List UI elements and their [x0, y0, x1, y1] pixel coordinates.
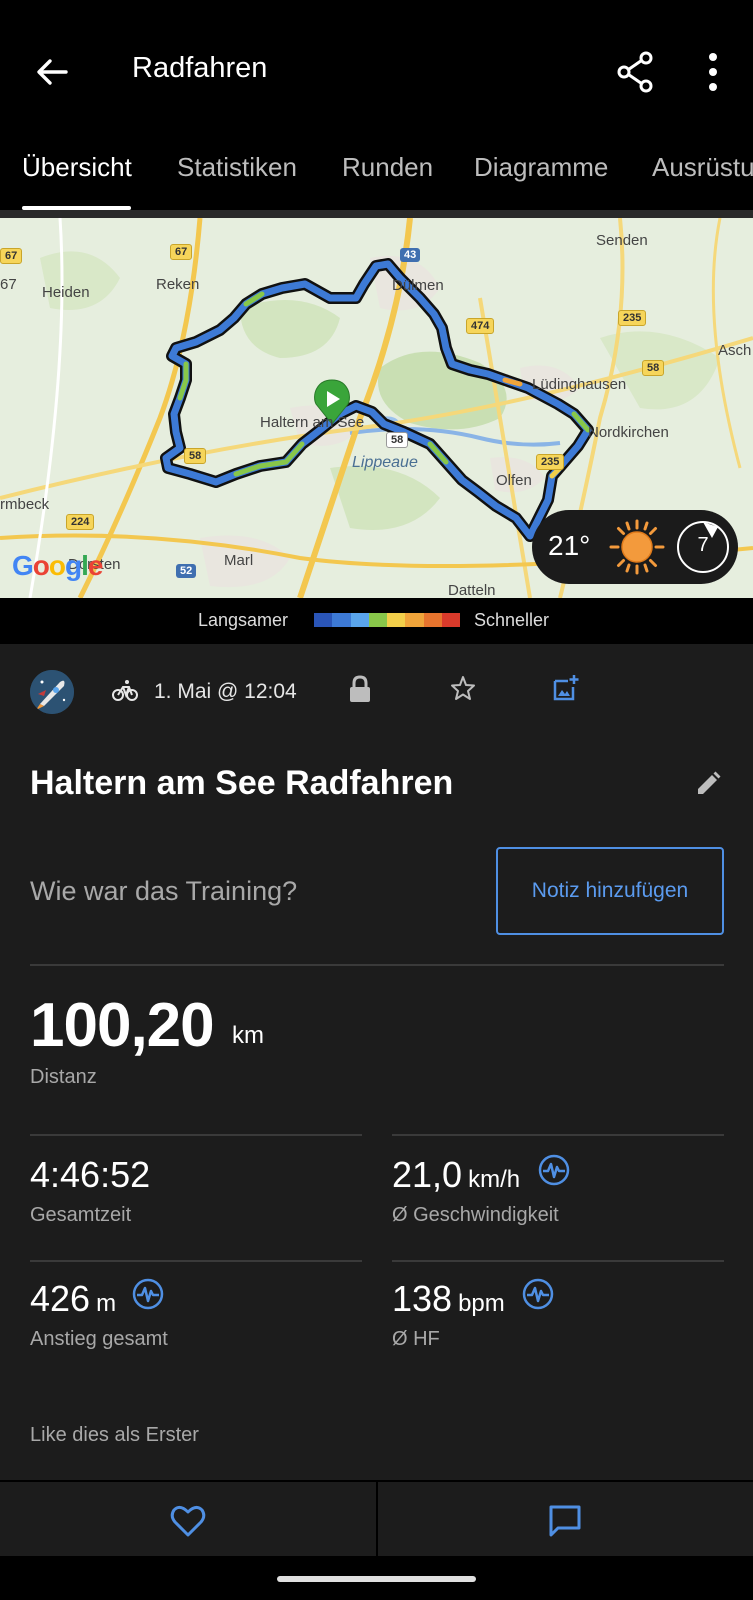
bike-icon — [112, 680, 138, 701]
distance-value: 100,20 — [30, 991, 215, 1060]
activity-datetime: 1. Mai @ 12:04 — [154, 680, 297, 703]
divider — [376, 1482, 378, 1558]
legend-swatch — [314, 613, 333, 627]
tab-statistiken[interactable]: Statistiken — [177, 152, 297, 183]
map-label: Asch — [718, 342, 752, 359]
lock-icon[interactable] — [348, 674, 372, 704]
heart-icon[interactable] — [170, 1504, 206, 1538]
divider — [392, 1260, 724, 1262]
comment-icon[interactable] — [548, 1504, 582, 1538]
road-number: 224 — [66, 514, 95, 530]
pulse-icon[interactable] — [538, 1154, 570, 1186]
stat-value: 426 m — [30, 1278, 116, 1320]
stat-number: 426 — [30, 1278, 91, 1319]
star-icon[interactable] — [450, 674, 476, 702]
road-number: 43 — [400, 248, 421, 262]
stat-unit: km/h — [468, 1166, 521, 1193]
bottom-action-bar — [0, 1480, 753, 1558]
road-number: 58 — [184, 448, 207, 464]
map-label: Lippeaue — [352, 454, 418, 471]
divider — [392, 1134, 724, 1136]
weather-badge: 21° 7 — [532, 510, 738, 584]
pulse-icon[interactable] — [522, 1278, 554, 1310]
add-note-button[interactable]: Notiz hinzufügen — [496, 847, 724, 935]
stat-value: 138 bpm — [392, 1278, 505, 1320]
map-label: Lüdinghausen — [532, 376, 627, 393]
more-vert-icon[interactable] — [697, 48, 729, 96]
stat-value: 4:46:52 — [30, 1154, 156, 1196]
share-icon[interactable] — [614, 48, 658, 96]
map-label: Datteln — [448, 582, 496, 598]
system-nav-area — [0, 1556, 753, 1600]
wind-speed: 7 — [697, 534, 709, 556]
divider — [30, 1260, 362, 1262]
stat-label: Gesamtzeit — [30, 1204, 132, 1226]
map-label: rmbeck — [0, 496, 50, 513]
pulse-icon[interactable] — [132, 1278, 164, 1310]
stat-label: Anstieg gesamt — [30, 1328, 168, 1350]
map-label: Haltern am See — [260, 414, 365, 431]
legend-swatch — [405, 613, 424, 627]
speed-legend: Langsamer Schneller — [0, 598, 753, 644]
legend-swatch — [332, 613, 351, 627]
legend-swatch — [350, 613, 369, 627]
tab-uebersicht[interactable]: Übersicht — [22, 152, 132, 183]
divider — [0, 210, 753, 218]
map-label: 67 — [0, 276, 17, 293]
tab-runden[interactable]: Runden — [342, 152, 433, 183]
legend-swatch — [441, 613, 460, 627]
road-number: 235 — [536, 454, 565, 470]
legend-swatch — [368, 613, 387, 627]
tab-ausruestung[interactable]: Ausrüstu — [652, 152, 753, 183]
road-number: 58 — [642, 360, 665, 376]
map-label: Senden — [596, 232, 648, 249]
route-map[interactable]: Senden Heiden Reken Dülmen Asch Lüdingha… — [0, 218, 753, 598]
divider — [30, 1134, 362, 1136]
stat-number: 21,0 — [392, 1154, 463, 1195]
page-title: Radfahren — [132, 52, 268, 84]
sun-icon — [609, 519, 665, 575]
back-arrow-icon[interactable] — [30, 50, 74, 94]
avatar[interactable] — [30, 670, 74, 714]
legend-swatch — [387, 613, 406, 627]
road-number: 67 — [0, 248, 23, 264]
map-label: Nordkirchen — [588, 424, 669, 441]
stat-value: 21,0 km/h — [392, 1154, 520, 1196]
road-number: 52 — [176, 564, 197, 578]
add-photo-icon[interactable] — [552, 674, 580, 702]
legend-swatch — [423, 613, 442, 627]
road-number: 58 — [386, 432, 409, 448]
stat-label: Ø Geschwindigkeit — [392, 1204, 559, 1226]
edit-icon[interactable] — [694, 770, 722, 798]
legend-slow-label: Langsamer — [198, 610, 289, 630]
distance-unit: km — [232, 1022, 264, 1049]
home-indicator[interactable] — [277, 1576, 476, 1582]
tab-bar: Übersicht Statistiken Runden Diagramme A… — [0, 140, 753, 212]
divider — [30, 964, 724, 966]
tab-diagramme[interactable]: Diagramme — [474, 152, 608, 183]
training-question: Wie war das Training? — [30, 876, 298, 906]
distance-label: Distanz — [30, 1066, 97, 1088]
stat-number: 4:46:52 — [30, 1154, 151, 1195]
like-prompt: Like dies als Erster — [30, 1424, 199, 1446]
google-logo: Google — [12, 550, 103, 581]
road-number: 474 — [466, 318, 495, 334]
map-label: Olfen — [496, 472, 532, 489]
temperature: 21° — [548, 530, 591, 561]
stat-unit: m — [96, 1290, 117, 1317]
legend-color-scale — [314, 613, 460, 627]
activity-name: Haltern am See Radfahren — [30, 764, 454, 802]
app-bar: Radfahren — [0, 0, 753, 140]
map-label: Heiden — [42, 284, 90, 301]
road-number: 235 — [618, 310, 647, 326]
map-label: Dülmen — [392, 277, 444, 294]
road-number: 67 — [170, 244, 193, 260]
stat-label: Ø HF — [392, 1328, 440, 1350]
legend-fast-label: Schneller — [474, 610, 550, 630]
activity-details: 1. Mai @ 12:04 Haltern am See Radfahren … — [0, 644, 753, 1480]
stat-unit: bpm — [458, 1290, 505, 1317]
stat-number: 138 — [392, 1278, 453, 1319]
map-label: Marl — [224, 552, 254, 569]
map-label: Reken — [156, 276, 200, 293]
